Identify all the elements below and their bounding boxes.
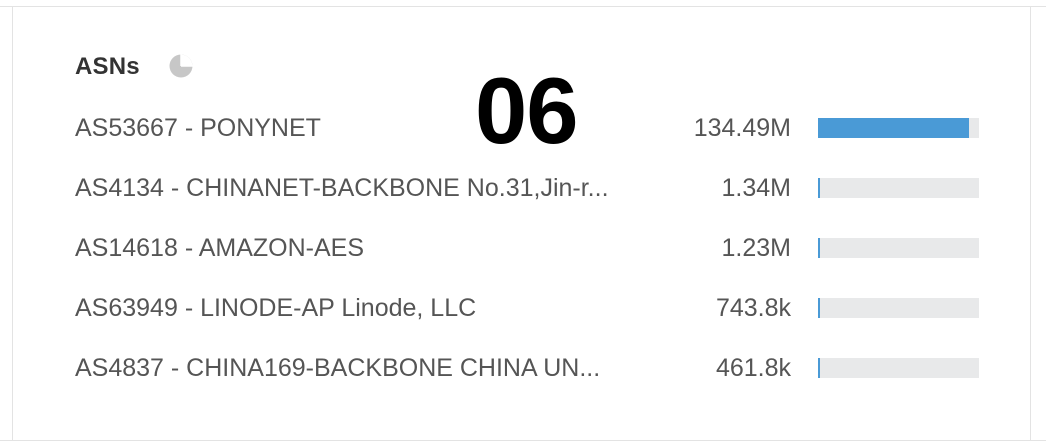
pie-chart-icon[interactable] (168, 52, 196, 80)
asn-bar-fill (818, 358, 820, 378)
asn-label[interactable]: AS14618 - AMAZON-AES (75, 228, 679, 268)
asn-value: 134.49M (693, 114, 791, 142)
asn-bar-fill (818, 178, 820, 198)
list-item[interactable]: AS14618 - AMAZON-AES 1.23M (75, 228, 979, 268)
asn-value: 1.34M (721, 174, 791, 202)
card-title: ASNs (75, 53, 140, 80)
asn-label[interactable]: AS4837 - CHINA169-BACKBONE CHINA UN... (75, 348, 679, 388)
asn-bar-fill (818, 298, 820, 318)
list-item[interactable]: AS4134 - CHINANET-BACKBONE No.31,Jin-r..… (75, 168, 979, 208)
asn-bar-fill (818, 118, 970, 138)
list-item[interactable]: AS63949 - LINODE-AP Linode, LLC 743.8k (75, 288, 979, 328)
asn-value: 1.23M (721, 234, 791, 262)
asn-label[interactable]: AS53667 - PONYNET (75, 108, 679, 148)
asn-bar (818, 118, 979, 138)
asn-bar (818, 358, 979, 378)
asn-bar (818, 238, 979, 258)
asns-card: ASNs 06 AS53667 - PONYNET 134.49M AS4134… (12, 7, 1031, 440)
page: ASNs 06 AS53667 - PONYNET 134.49M AS4134… (0, 0, 1046, 448)
asn-label[interactable]: AS4134 - CHINANET-BACKBONE No.31,Jin-r..… (75, 168, 679, 208)
list-item[interactable]: AS53667 - PONYNET 134.49M (75, 108, 979, 148)
asn-bar (818, 298, 979, 318)
list-item[interactable]: AS4837 - CHINA169-BACKBONE CHINA UN... 4… (75, 348, 979, 388)
bottom-divider (0, 440, 1046, 441)
asn-value: 461.8k (715, 354, 791, 382)
asn-label[interactable]: AS63949 - LINODE-AP Linode, LLC (75, 288, 679, 328)
asn-bar-fill (818, 238, 820, 258)
asn-bar (818, 178, 979, 198)
asn-value: 743.8k (715, 294, 791, 322)
